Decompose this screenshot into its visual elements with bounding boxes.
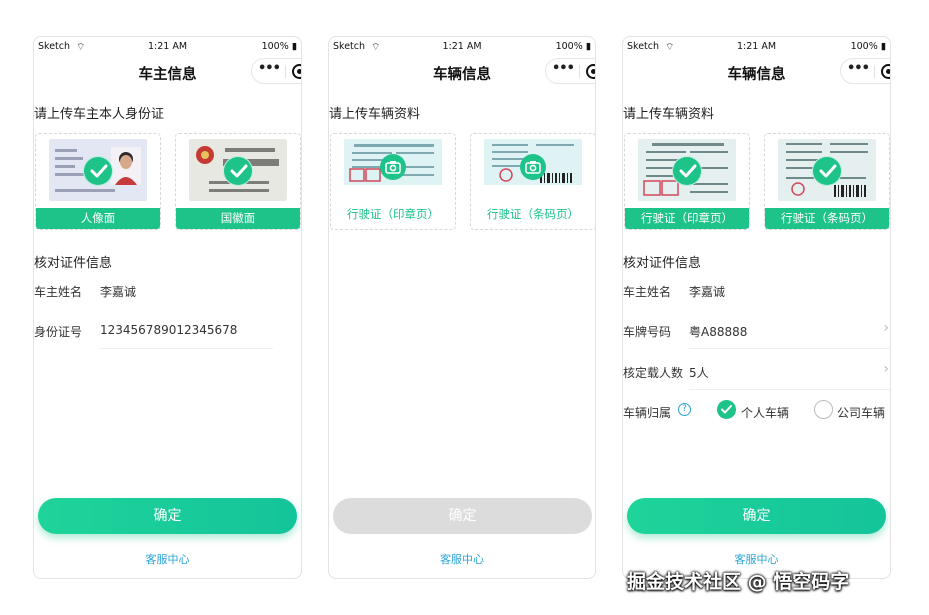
status-bar: Sketch ⌔ 1:21 AM 100% ▮ <box>329 41 595 55</box>
upload-heading: 请上传车辆资料 <box>329 107 421 122</box>
capsule-divider <box>874 65 875 78</box>
field-label: 车主姓名 <box>34 285 83 299</box>
field-row-plate-number[interactable]: 车牌号码 粤A88888 › <box>623 320 890 363</box>
radio-personal-selected[interactable] <box>717 400 736 419</box>
uploaded-check-icon <box>812 156 842 186</box>
upload-heading: 请上传车主本人身份证 <box>34 107 165 122</box>
field-value[interactable]: 123456789012345678 <box>100 323 237 337</box>
field-row-id-number: 身份证号 123456789012345678 <box>34 323 301 363</box>
chevron-right-icon: › <box>883 320 889 336</box>
radio-company[interactable] <box>814 400 833 419</box>
ownership-label: 车辆归属 <box>623 406 672 420</box>
divider <box>689 348 890 349</box>
mini-program-capsule: ••• <box>545 58 595 84</box>
license-seal-page-card[interactable]: 行驶证（印章页） <box>624 133 750 230</box>
chevron-right-icon: › <box>883 361 889 377</box>
camera-icon <box>520 154 546 180</box>
verify-heading: 核对证件信息 <box>623 256 702 271</box>
card-label: 国徽面 <box>176 208 300 229</box>
id-portrait-card[interactable]: 人像面 <box>35 133 161 230</box>
field-label: 身份证号 <box>34 325 83 339</box>
field-label: 核定载人数 <box>623 366 684 380</box>
vehicle-info-filled-screen: Sketch ⌔ 1:21 AM 100% ▮ 车辆信息 ••• 请上传车辆资料… <box>622 36 891 579</box>
card-label: 行驶证（条码页） <box>765 208 889 229</box>
capsule-divider <box>285 65 286 78</box>
customer-service-link[interactable]: 客服中心 <box>623 551 890 567</box>
close-icon[interactable] <box>586 64 595 79</box>
customer-service-link[interactable]: 客服中心 <box>34 551 301 567</box>
field-value[interactable]: 粤A88888 <box>689 323 747 340</box>
watermark: 掘金技术社区 @ 悟空码字 <box>627 571 850 593</box>
help-icon[interactable]: ? <box>678 403 691 416</box>
field-value[interactable]: 5人 <box>689 364 709 381</box>
mini-program-capsule: ••• <box>840 58 890 84</box>
battery-label: 100% ▮ <box>555 41 591 52</box>
field-label: 车牌号码 <box>623 325 672 339</box>
verify-heading: 核对证件信息 <box>34 256 113 271</box>
field-row-owner-name: 车主姓名 李嘉诚 <box>34 283 301 323</box>
confirm-button[interactable]: 确定 <box>627 498 886 534</box>
close-icon[interactable] <box>292 64 301 79</box>
card-label: 行驶证（条码页） <box>487 207 579 221</box>
uploaded-check-icon <box>83 156 113 186</box>
field-label: 车主姓名 <box>623 285 672 299</box>
license-seal-page-card[interactable]: 行驶证（印章页） <box>330 133 456 230</box>
capsule-divider <box>579 65 580 78</box>
divider <box>689 389 890 390</box>
battery-label: 100% ▮ <box>261 41 297 52</box>
confirm-button[interactable]: 确定 <box>38 498 297 534</box>
camera-icon <box>380 154 406 180</box>
vehicle-info-empty-screen: Sketch ⌔ 1:21 AM 100% ▮ 车辆信息 ••• 请上传车辆资料… <box>328 36 596 579</box>
card-label: 行驶证（印章页） <box>347 207 439 221</box>
field-value[interactable]: 李嘉诚 <box>100 283 136 300</box>
license-barcode-page-card[interactable]: 行驶证（条码页） <box>764 133 890 230</box>
license-barcode-page-card[interactable]: 行驶证（条码页） <box>470 133 595 230</box>
ownership-row: 车辆归属 ? 个人车辆 公司车辆 <box>623 400 890 444</box>
id-emblem-card[interactable]: 国徽面 <box>175 133 301 230</box>
field-row-owner-name: 车主姓名 李嘉诚 <box>623 283 890 323</box>
confirm-button-disabled[interactable]: 确定 <box>333 498 592 534</box>
card-label: 行驶证（印章页） <box>625 208 749 229</box>
owner-info-screen: Sketch ⌔ 1:21 AM 100% ▮ 车主信息 ••• 请上传车主本人… <box>33 36 302 579</box>
radio-personal-label[interactable]: 个人车辆 <box>741 404 789 421</box>
field-row-seat-capacity[interactable]: 核定载人数 5人 › <box>623 361 890 404</box>
close-icon[interactable] <box>881 64 890 79</box>
status-bar: Sketch ⌔ 1:21 AM 100% ▮ <box>623 41 890 55</box>
field-value[interactable]: 李嘉诚 <box>689 283 725 300</box>
divider <box>100 348 273 349</box>
more-icon[interactable]: ••• <box>847 61 870 76</box>
more-icon[interactable]: ••• <box>552 61 575 76</box>
radio-company-label[interactable]: 公司车辆 <box>837 404 885 421</box>
status-bar: Sketch ⌔ 1:21 AM 100% ▮ <box>34 41 301 55</box>
upload-heading: 请上传车辆资料 <box>623 107 715 122</box>
mini-program-capsule: ••• <box>251 58 301 84</box>
uploaded-check-icon <box>223 156 253 186</box>
card-label: 人像面 <box>36 208 160 229</box>
uploaded-check-icon <box>672 156 702 186</box>
customer-service-link[interactable]: 客服中心 <box>329 551 595 567</box>
more-icon[interactable]: ••• <box>258 61 281 76</box>
battery-label: 100% ▮ <box>850 41 886 52</box>
